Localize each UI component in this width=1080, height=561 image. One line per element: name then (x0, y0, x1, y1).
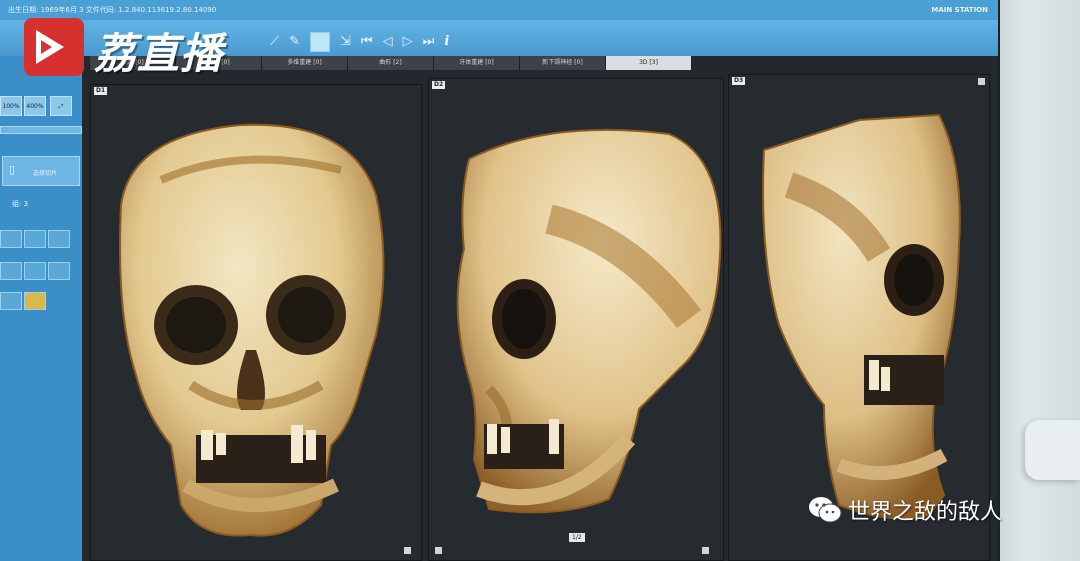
select-slices-button[interactable]: 选择切片 ▯ (2, 156, 80, 186)
measure-icon[interactable]: ⟋ (270, 35, 279, 49)
next-frame-icon[interactable]: ▷ (403, 35, 413, 49)
tab-4[interactable]: 牙体重建 [0] (434, 56, 520, 70)
background-wall (990, 0, 1080, 561)
viewport-d3[interactable]: D3 (728, 74, 990, 561)
skull-oblique-render (456, 128, 722, 514)
document-icon: ▯ (9, 163, 16, 176)
group-count: 组: 3 (12, 200, 29, 208)
first-frame-icon[interactable]: ⏮ (361, 35, 373, 49)
watermark-text: 世界之敌的敌人 (848, 500, 1003, 525)
select-slices-label: 选择切片 (33, 170, 58, 177)
watermark: 世界之敌的敌人 (808, 494, 1002, 526)
viewport-corner-button[interactable] (702, 547, 709, 554)
left-panel: 100% 400% ⤢ 选择切片 ▯ 组: 3 (0, 56, 82, 561)
title-bar: 出生日期: 1969年6月 3 文件代码: 1.2.840.113619.2.8… (0, 0, 998, 20)
slice-indicator[interactable]: 1/2 (569, 533, 585, 542)
zoom-slider[interactable] (0, 126, 82, 134)
export-icon[interactable]: ⇲ (340, 35, 351, 49)
zoom-fit-button[interactable]: ⤢ (50, 96, 72, 116)
viewport-d1[interactable]: D1 (90, 84, 422, 561)
marker-tool-icon[interactable] (0, 292, 22, 310)
pencil-icon[interactable]: ✎ (289, 35, 300, 49)
angle-tool-icon[interactable] (24, 230, 46, 248)
copy-tool-icon[interactable] (48, 230, 70, 248)
select-tool-icon[interactable] (310, 32, 331, 52)
viewport-tag: D3 (732, 77, 746, 85)
station-label: MAIN STATION (931, 6, 988, 14)
wall-fixture (1025, 420, 1080, 480)
tab-6[interactable]: 3D [3] (606, 56, 692, 70)
last-frame-icon[interactable]: ⏭ (423, 35, 435, 49)
color-tool-icon[interactable] (24, 292, 46, 310)
zoom-100-button[interactable]: 100% (0, 96, 22, 116)
viewport-tag: D1 (94, 87, 108, 95)
tab-2[interactable]: 多维重建 [0] (262, 56, 348, 70)
window-title: 出生日期: 1969年6月 3 文件代码: 1.2.840.113619.2.8… (8, 6, 217, 14)
skull-lateral-render (762, 113, 961, 520)
viewport-corner-button[interactable] (435, 547, 442, 554)
tab-5[interactable]: 新下颌神经 [0] (520, 56, 606, 70)
toolbar-icons: ⟋ ✎ ⇲ ⏮ ◁ ▷ ⏭ i (270, 32, 449, 52)
grid-tool-icon[interactable] (48, 262, 70, 280)
viewport-d2[interactable]: D2 1/2 (428, 78, 724, 561)
skull-frontal-render (119, 123, 385, 537)
tab-3[interactable]: 曲形 [2] (348, 56, 434, 70)
ruler-tool-icon[interactable] (0, 262, 22, 280)
histogram-tool-icon[interactable] (24, 262, 46, 280)
viewport-tag: D2 (432, 81, 446, 89)
wechat-icon (808, 496, 842, 524)
monitor: 出生日期: 1969年6月 3 文件代码: 1.2.840.113619.2.8… (0, 0, 1000, 561)
curve-tool-icon[interactable] (0, 230, 22, 248)
viewport-close-button[interactable] (978, 78, 985, 85)
screen: 出生日期: 1969年6月 3 文件代码: 1.2.840.113619.2.8… (0, 0, 998, 561)
zoom-400-button[interactable]: 400% (24, 96, 46, 116)
play-triangle-inner (41, 40, 52, 54)
viewport-corner-button[interactable] (404, 547, 411, 554)
info-icon[interactable]: i (444, 35, 449, 49)
logo-text: 荔直播 (94, 29, 224, 78)
prev-frame-icon[interactable]: ◁ (383, 35, 393, 49)
